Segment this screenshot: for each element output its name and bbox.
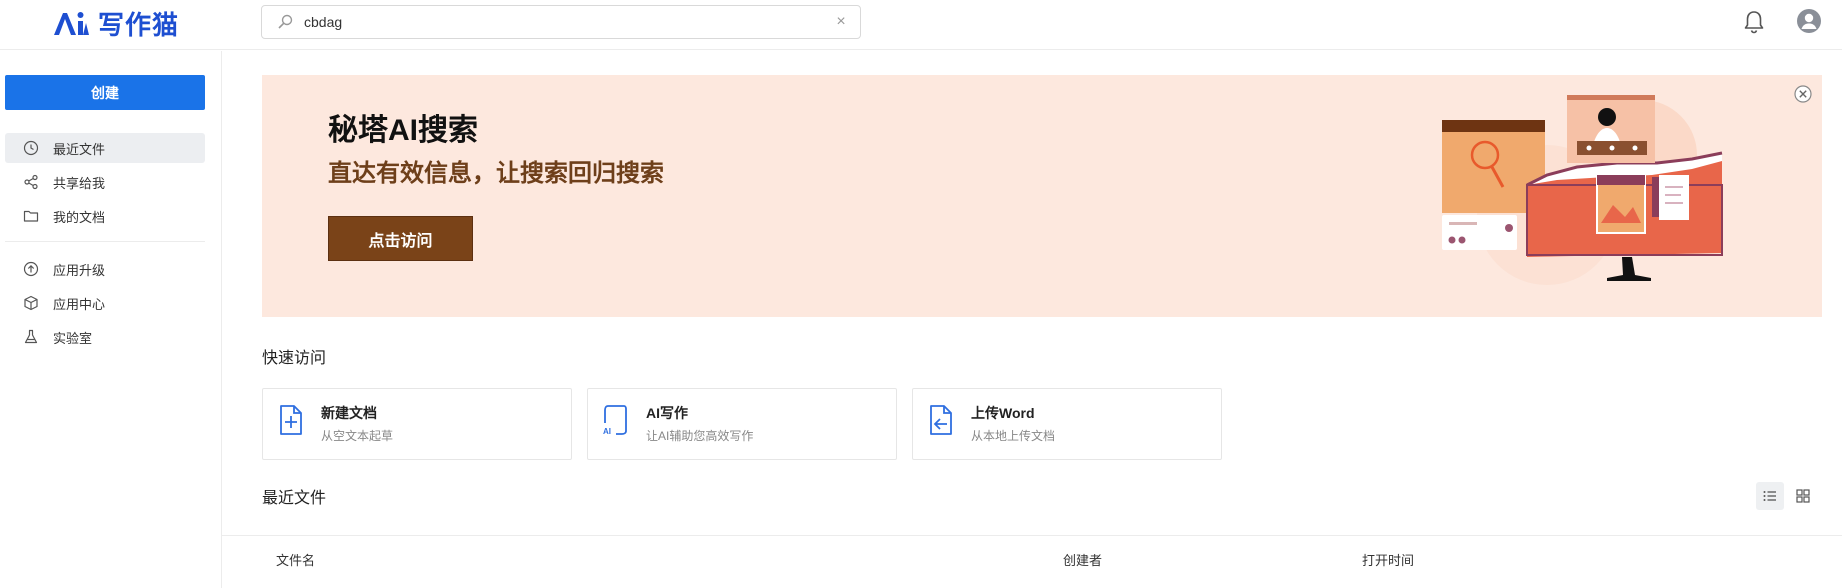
sidebar-item-my-docs[interactable]: 我的文档 [5, 201, 205, 231]
sidebar-item-label: 应用升级 [53, 262, 106, 278]
sidebar-item-upgrade[interactable]: 应用升级 [5, 254, 205, 284]
flask-icon [24, 329, 38, 344]
recent-files-table-header: 文件名 创建者 打开时间 [222, 535, 1842, 588]
logo-icon [54, 12, 89, 35]
quick-card-new-doc[interactable]: 新建文档 从空文本起草 [262, 388, 572, 460]
quick-card-title: 上传Word [971, 405, 1035, 421]
new-doc-icon [280, 405, 302, 435]
search-icon [278, 14, 293, 29]
search-bar[interactable]: × [261, 5, 861, 39]
grid-view-toggle[interactable] [1789, 482, 1817, 510]
column-header-creator[interactable]: 创建者 [1063, 550, 1102, 569]
banner-subtitle: 直达有效信息，让搜索回归搜索 [328, 160, 664, 187]
upgrade-icon [23, 261, 39, 277]
sidebar-item-label: 共享给我 [53, 175, 106, 191]
promo-banner[interactable]: 秘塔AI搜索 直达有效信息，让搜索回归搜索 点击访问 [262, 75, 1822, 317]
sidebar: 创建 最近文件 共享给我 我的文档 应用升级 应用中心 实验室 [0, 51, 222, 588]
quick-card-desc: 从本地上传文档 [971, 429, 1056, 443]
create-button[interactable]: 创建 [5, 75, 205, 110]
grid-view-icon [1796, 489, 1810, 503]
quick-card-title: 新建文档 [321, 405, 377, 421]
sidebar-item-label: 最近文件 [53, 141, 106, 157]
app-name: 写作猫 [98, 10, 180, 41]
search-input[interactable] [304, 14, 832, 30]
user-avatar-icon[interactable] [1796, 8, 1822, 34]
sidebar-item-shared[interactable]: 共享给我 [5, 167, 205, 197]
top-bar: 写作猫 × [0, 0, 1842, 50]
sidebar-item-recent[interactable]: 最近文件 [5, 133, 205, 163]
quick-card-ai-write[interactable]: AI AI写作 让AI辅助您高效写作 [587, 388, 897, 460]
recent-files-title: 最近文件 [262, 490, 327, 507]
close-icon[interactable] [1794, 85, 1812, 103]
notification-bell-icon[interactable] [1742, 9, 1766, 35]
share-icon [24, 174, 38, 190]
cube-icon [24, 295, 38, 311]
sidebar-item-lab[interactable]: 实验室 [5, 322, 205, 352]
app-logo[interactable]: 写作猫 [52, 6, 180, 41]
ai-write-icon: AI [603, 405, 627, 436]
clear-search-icon[interactable]: × [832, 13, 850, 31]
folder-icon [23, 210, 39, 222]
list-view-toggle[interactable] [1756, 482, 1784, 510]
quick-access-title: 快速访问 [262, 350, 327, 367]
sidebar-item-label: 我的文档 [53, 209, 106, 225]
quick-card-desc: 让AI辅助您高效写作 [646, 429, 754, 443]
sidebar-item-label: 实验室 [53, 330, 93, 346]
sidebar-nav-secondary: 应用升级 应用中心 实验室 [5, 254, 205, 356]
quick-card-desc: 从空文本起草 [321, 429, 394, 443]
sidebar-divider [5, 241, 205, 242]
sidebar-nav-primary: 最近文件 共享给我 我的文档 [5, 133, 205, 235]
upload-icon [930, 405, 952, 435]
banner-title: 秘塔AI搜索 [328, 114, 478, 147]
list-view-icon [1763, 491, 1776, 501]
banner-illustration [1442, 95, 1723, 285]
banner-visit-button[interactable]: 点击访问 [328, 216, 473, 261]
ai-icon-label: AI [603, 427, 611, 436]
clock-icon [23, 140, 39, 156]
column-header-filename[interactable]: 文件名 [276, 550, 315, 569]
column-header-opened-time[interactable]: 打开时间 [1362, 550, 1414, 569]
quick-card-title: AI写作 [646, 405, 688, 421]
quick-card-upload-word[interactable]: 上传Word 从本地上传文档 [912, 388, 1222, 460]
sidebar-item-app-center[interactable]: 应用中心 [5, 288, 205, 318]
sidebar-item-label: 应用中心 [53, 296, 106, 312]
